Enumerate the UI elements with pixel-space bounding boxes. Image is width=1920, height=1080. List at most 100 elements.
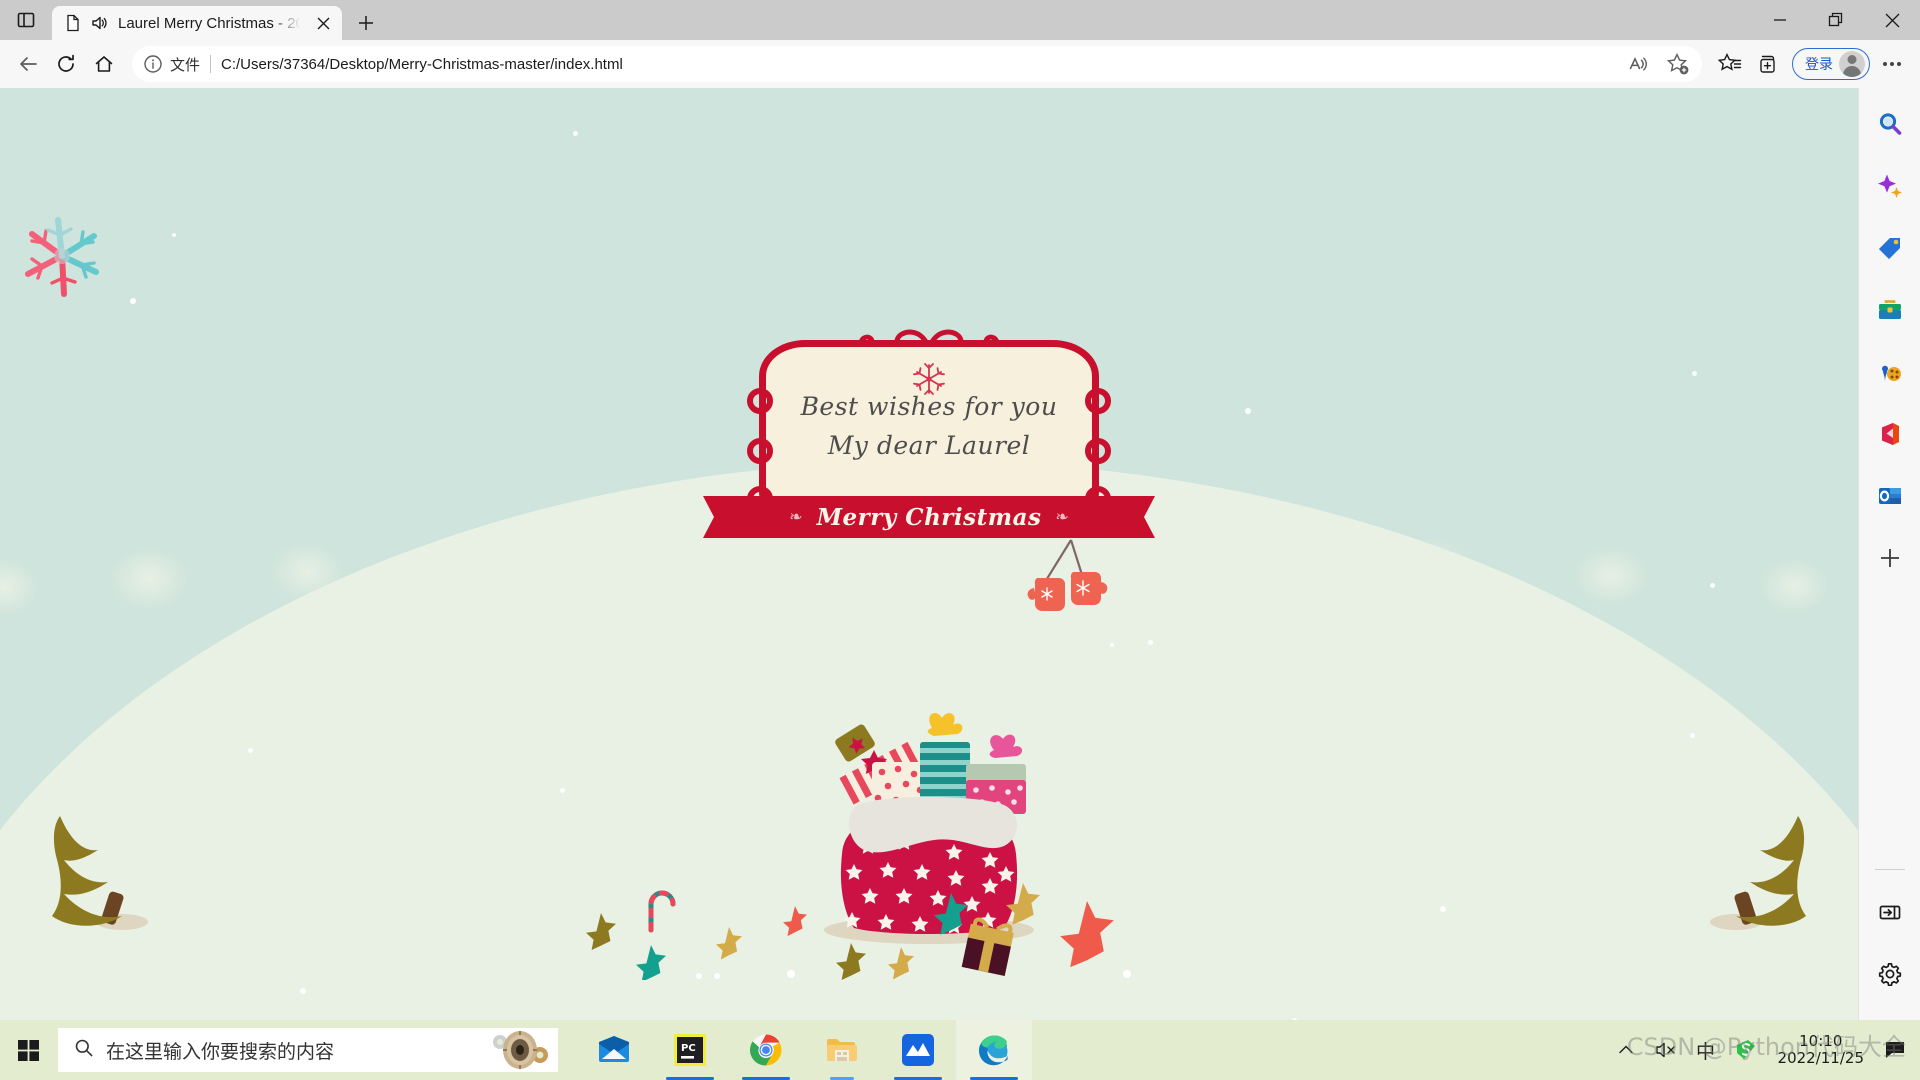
windows-taskbar: 在这里输入你要搜索的内容 PC 中 10:10 2022/11/25 CSDN …: [0, 1020, 1920, 1080]
customize-sidebar-plus-icon[interactable]: [1870, 538, 1910, 578]
restore-icon[interactable]: [1808, 0, 1864, 40]
divider: [1874, 869, 1905, 870]
address-bar[interactable]: 文件 C:/Users/37364/Desktop/Merry-Christma…: [132, 46, 1702, 82]
edge-sidebar: [1858, 88, 1920, 1020]
clock[interactable]: 10:10 2022/11/25: [1768, 1032, 1874, 1068]
chevron-up-icon[interactable]: [1608, 1020, 1644, 1080]
snow-dot: [1110, 643, 1114, 647]
speaker-playing-icon[interactable]: [90, 13, 110, 33]
gift-box-icon: [961, 917, 1014, 976]
star-gold: [888, 947, 914, 980]
chrome-icon: [749, 1034, 782, 1066]
star-gold: [716, 927, 742, 960]
svg-text:PC: PC: [681, 1043, 696, 1054]
gear-icon[interactable]: [1870, 954, 1910, 994]
copilot-sparkle-icon[interactable]: [1870, 166, 1910, 206]
ribbon-curl-left-icon: ❧: [789, 509, 803, 526]
minimize-icon[interactable]: [1752, 0, 1808, 40]
taskbar-app-file-explorer[interactable]: [804, 1020, 880, 1080]
tools-box-icon[interactable]: [1870, 290, 1910, 330]
collections-icon[interactable]: [1750, 46, 1786, 82]
edge-icon: [979, 1035, 1008, 1066]
office-icon[interactable]: [1870, 414, 1910, 454]
taskbar-app-mail[interactable]: [576, 1020, 652, 1080]
scattered-decorations: [586, 883, 1131, 980]
card-message-line-1: Best wishes for you: [800, 392, 1058, 421]
expand-panel-icon[interactable]: [1870, 892, 1910, 932]
star-teal: [934, 893, 968, 935]
cortana-clock-gear-icon[interactable]: [490, 1028, 552, 1072]
snow-dot: [560, 788, 565, 793]
address-url-text[interactable]: C:/Users/37364/Desktop/Merry-Christmas-m…: [221, 56, 1614, 73]
taskbar-app-pycharm[interactable]: PC: [652, 1020, 728, 1080]
more-options-icon[interactable]: [1874, 46, 1910, 82]
ribbon-curl-right-icon: ❧: [1055, 509, 1069, 526]
snow-dot: [1710, 583, 1715, 588]
games-icon[interactable]: [1870, 352, 1910, 392]
edge-browser-window: Laurel Merry Christmas - 20 文件 C:/Users/…: [0, 0, 1920, 1020]
color-snowflake-burst-icon: [25, 217, 99, 297]
taskbar-search-box[interactable]: 在这里输入你要搜索的内容: [58, 1028, 558, 1072]
plus-icon: [359, 16, 373, 30]
dot: [1897, 62, 1901, 66]
hanging-mittens-icon: [1027, 539, 1108, 611]
tab-actions-icon[interactable]: [0, 0, 52, 40]
dot: [1883, 62, 1887, 66]
browser-tab[interactable]: Laurel Merry Christmas - 20: [52, 6, 342, 40]
favorites-list-icon[interactable]: [1712, 46, 1748, 82]
tab-strip: Laurel Merry Christmas - 20: [0, 0, 1920, 40]
volume-muted-icon[interactable]: [1648, 1020, 1684, 1080]
reload-button[interactable]: [48, 46, 84, 82]
taskbar-app-motrix[interactable]: [880, 1020, 956, 1080]
snow-dot: [787, 970, 795, 978]
ime-label: 中: [1696, 1040, 1716, 1063]
content-row: Best wishes for you My dear Laurel ❧ Mer…: [0, 88, 1920, 1020]
reload-icon: [58, 54, 74, 72]
action-center-icon[interactable]: [1878, 1020, 1912, 1080]
divider: [210, 55, 212, 73]
star-olive: [586, 913, 616, 950]
star-red: [783, 906, 807, 937]
arrow-back-icon: [20, 57, 37, 71]
window-close-icon[interactable]: [1864, 0, 1920, 40]
snow-dot: [1148, 640, 1153, 645]
merry-christmas-ribbon: ❧ Merry Christmas ❧: [723, 496, 1135, 538]
taskbar-search-placeholder: 在这里输入你要搜索的内容: [106, 1040, 335, 1063]
info-circle-icon[interactable]: [142, 53, 164, 75]
new-tab-button[interactable]: [348, 6, 384, 40]
taskbar-app-edge[interactable]: [956, 1020, 1032, 1080]
dot: [1890, 62, 1894, 66]
pycharm-icon: PC: [674, 1034, 706, 1066]
avatar[interactable]: [1839, 51, 1865, 77]
read-aloud-icon[interactable]: [1620, 46, 1656, 82]
sogou-input-icon[interactable]: [1728, 1020, 1764, 1080]
snow-dot: [573, 131, 578, 136]
tab-actions-glyph: [17, 12, 35, 28]
outlook-icon[interactable]: [1870, 476, 1910, 516]
snow-dot: [1440, 906, 1446, 912]
snow-dot: [248, 748, 253, 753]
snow-dot: [300, 988, 306, 994]
snow-dot: [696, 973, 702, 979]
add-favorite-star-icon[interactable]: [1660, 46, 1696, 82]
shopping-tag-icon[interactable]: [1870, 228, 1910, 268]
browser-toolbar: 文件 C:/Users/37364/Desktop/Merry-Christma…: [0, 40, 1920, 88]
close-icon[interactable]: [310, 10, 336, 36]
sign-in-button[interactable]: 登录: [1792, 48, 1870, 80]
home-button[interactable]: [86, 46, 122, 82]
search-icon[interactable]: [1870, 104, 1910, 144]
file-document-icon: [64, 14, 82, 32]
ime-mode-indicator[interactable]: 中: [1688, 1020, 1724, 1080]
pine-tree-right-icon: [1710, 816, 1806, 930]
candy-cane-icon: [648, 890, 676, 933]
snow-dot: [172, 233, 176, 237]
taskbar-app-chrome[interactable]: [728, 1020, 804, 1080]
snow-dot: [1245, 408, 1251, 414]
windows-start-icon[interactable]: [0, 1020, 58, 1080]
sign-in-label: 登录: [1805, 56, 1833, 72]
back-button[interactable]: [10, 46, 46, 82]
tab-title: Laurel Merry Christmas - 20: [118, 14, 302, 32]
mail-icon: [599, 1036, 629, 1062]
system-tray: 中 10:10 2022/11/25: [1608, 1020, 1920, 1080]
address-scheme-label: 文件: [170, 56, 201, 74]
